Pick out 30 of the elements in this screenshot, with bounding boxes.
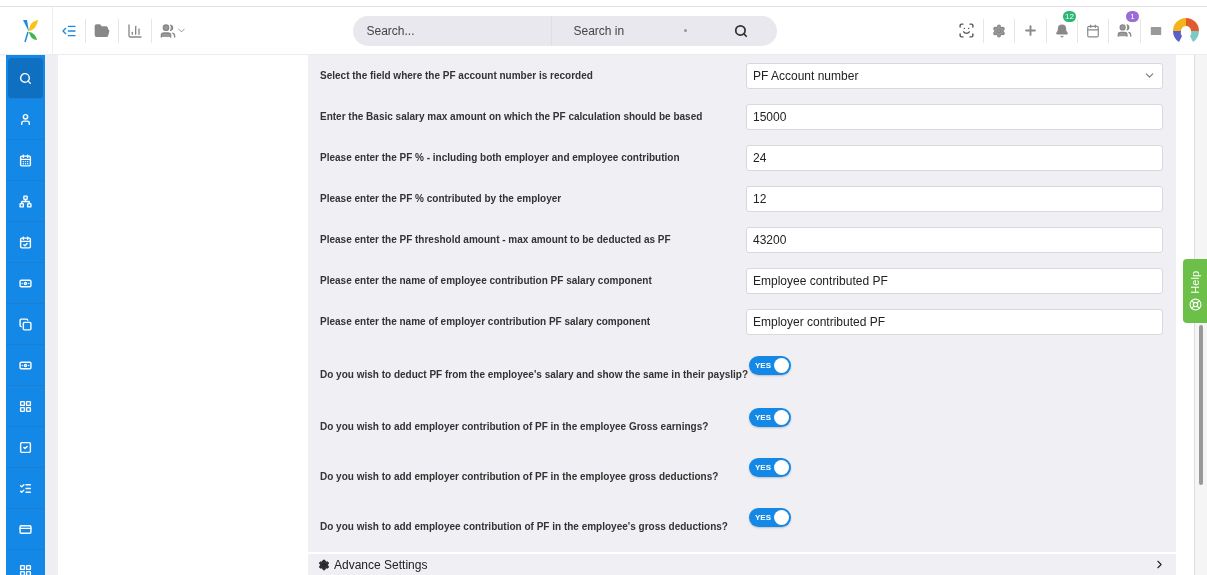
setting-label: Select the field where the PF account number is recorded — [320, 70, 593, 81]
setting-label: Please enter the PF % - including both employer and employee contribution — [320, 152, 680, 163]
toggle-switch[interactable]: YES — [749, 457, 791, 477]
toggle-switch[interactable]: YES — [749, 507, 791, 527]
search-scope-select[interactable]: Search in — [550, 15, 724, 46]
toggle-switch[interactable]: YES — [749, 407, 791, 427]
toggle-switch[interactable]: YES — [749, 355, 791, 375]
setting-label: Do you wish to add employer contribution of PF in the employee gross deductions? — [320, 470, 719, 482]
setting-label: Please enter the PF % contributed by the employer — [320, 193, 562, 204]
setting-label: Please enter the name of employer contribution PF salary component — [320, 316, 651, 327]
input-field[interactable]: 15000 — [746, 103, 1163, 130]
setting-label: Do you wish to add employer contribution of PF in the employee Gross earnings? — [320, 420, 709, 432]
notifications-icon[interactable] — [1055, 23, 1069, 38]
team-icon[interactable] — [1117, 23, 1132, 38]
setting-label: Do you wish to deduct PF from the employee's salary and show the same in their payslip? — [320, 368, 749, 380]
select-field[interactable]: PF Account number — [746, 62, 1163, 89]
setting-label: Do you wish to add employee contribution of PF in the employee's gross deductions? — [320, 520, 728, 532]
team-count: 1 — [1126, 10, 1139, 22]
lifebuoy-icon — [1188, 297, 1202, 311]
input-field[interactable]: Employer contributed PF — [746, 308, 1163, 335]
setting-label: Please enter the name of employee contribution PF salary component — [320, 275, 652, 286]
setting-label: Enter the Basic salary max amount on which the PF calculation should be based — [320, 111, 703, 122]
input-field[interactable]: 12 — [746, 185, 1163, 212]
advance-settings-bar[interactable]: Advance Settings — [308, 554, 1176, 575]
notification-count: 12 — [1063, 10, 1076, 22]
search-field[interactable]: Search... — [352, 23, 551, 38]
input-field[interactable]: 43200 — [746, 226, 1163, 253]
setting-label: Please enter the PF threshold amount - max amount to be deducted as PF — [320, 234, 671, 245]
input-field[interactable]: 24 — [746, 144, 1163, 171]
input-field[interactable]: Employee contributed PF — [746, 267, 1163, 294]
